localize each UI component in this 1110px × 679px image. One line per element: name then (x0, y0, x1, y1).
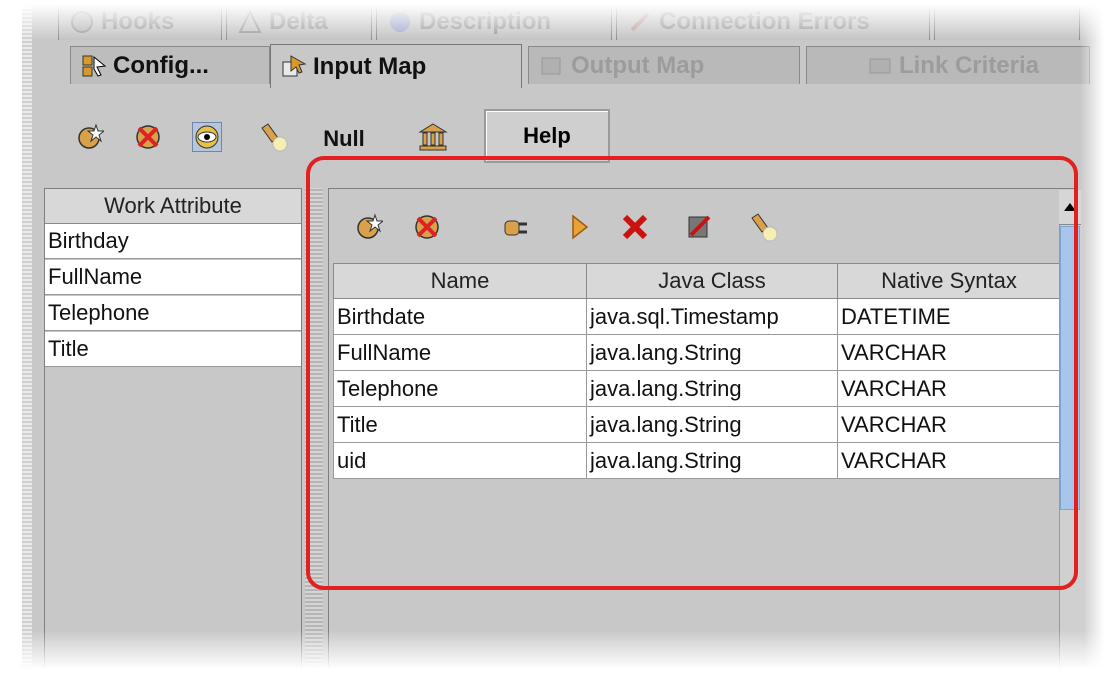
cell-name[interactable]: Birthdate (333, 298, 587, 335)
info-icon (387, 9, 413, 35)
tab-hooks[interactable]: Hooks (58, 2, 222, 40)
remove-icon[interactable] (620, 212, 650, 242)
column-header-name[interactable]: Name (333, 263, 587, 299)
play-icon[interactable] (564, 212, 594, 242)
cell-name[interactable]: uid (333, 442, 587, 479)
new-icon[interactable] (75, 122, 105, 152)
tab-config-label: Config... (113, 51, 209, 79)
output-map-icon (539, 53, 565, 79)
bank-icon[interactable] (418, 122, 448, 152)
work-attribute-item[interactable]: Birthday (45, 224, 301, 259)
schema-new-icon[interactable] (354, 212, 384, 242)
table-row[interactable]: FullName java.lang.String VARCHAR (333, 334, 1061, 371)
plug-icon[interactable] (500, 212, 530, 242)
cell-name[interactable]: Title (333, 406, 587, 443)
tab-input-map-label: Input Map (313, 52, 427, 80)
edit-icon[interactable] (684, 212, 714, 242)
table-row[interactable]: Birthdate java.sql.Timestamp DATETIME (333, 298, 1061, 335)
null-button[interactable]: Null (312, 122, 376, 156)
table-row[interactable]: Telephone java.lang.String VARCHAR (333, 370, 1061, 407)
split-pane-divider[interactable] (305, 188, 323, 679)
cell-native-syntax[interactable]: VARCHAR (837, 442, 1061, 479)
hooks-icon (69, 9, 95, 35)
cell-java-class[interactable]: java.sql.Timestamp (586, 298, 838, 335)
cell-java-class[interactable]: java.lang.String (586, 406, 838, 443)
column-header-native-syntax[interactable]: Native Syntax (837, 263, 1061, 299)
scroll-up-button[interactable] (1059, 190, 1081, 225)
config-icon (81, 53, 107, 79)
cell-java-class[interactable]: java.lang.String (586, 334, 838, 371)
schema-delete-icon[interactable] (412, 212, 442, 242)
tab-output-map-label: Output Map (571, 51, 705, 79)
delete-icon[interactable] (133, 122, 163, 152)
table-row[interactable]: uid java.lang.String VARCHAR (333, 442, 1061, 479)
window-border (22, 0, 32, 679)
delta-icon (237, 9, 263, 35)
tab-label: Delta (269, 7, 328, 35)
link-criteria-icon (867, 53, 893, 79)
tab-input-map[interactable]: Input Map (270, 44, 522, 88)
cell-native-syntax[interactable]: DATETIME (837, 298, 1061, 335)
tab-label: Hooks (101, 7, 175, 35)
cell-name[interactable]: Telephone (333, 370, 587, 407)
schema-flashlight-icon[interactable] (748, 212, 778, 242)
tab-output-map[interactable]: Output Map (528, 46, 800, 84)
schema-table: Name Java Class Native Syntax Birthdate … (333, 263, 1061, 479)
column-header-java-class[interactable]: Java Class (586, 263, 838, 299)
tab-delta[interactable]: Delta (226, 2, 372, 40)
tab-link-criteria-label: Link Criteria (898, 51, 1040, 79)
work-attribute-header[interactable]: Work Attribute (45, 189, 301, 224)
tab-label: Connection Errors (659, 7, 870, 35)
arrow-up-icon (1064, 198, 1076, 216)
flashlight-icon[interactable] (258, 122, 288, 152)
cell-java-class[interactable]: java.lang.String (586, 442, 838, 479)
work-attribute-panel: Work Attribute Birthday FullName Telepho… (44, 188, 302, 679)
tab-connection-errors[interactable]: Connection Errors (616, 2, 930, 40)
work-attribute-item[interactable]: Telephone (45, 296, 301, 331)
tab-link-criteria[interactable]: Link Criteria (806, 46, 1090, 84)
cell-native-syntax[interactable]: VARCHAR (837, 406, 1061, 443)
cell-name[interactable]: FullName (333, 334, 587, 371)
tab-description[interactable]: Description (376, 2, 612, 40)
tab-config[interactable]: Config... (70, 46, 270, 84)
table-header-row: Name Java Class Native Syntax (333, 263, 1061, 299)
cell-native-syntax[interactable]: VARCHAR (837, 370, 1061, 407)
work-attribute-item[interactable]: Title (45, 332, 301, 367)
input-map-icon (281, 54, 307, 80)
error-icon (627, 9, 653, 35)
tab-more[interactable] (934, 2, 1080, 40)
work-attribute-item[interactable]: FullName (45, 260, 301, 295)
window: Hooks Delta Description Connection Error… (0, 0, 1110, 679)
help-button[interactable]: Help (484, 109, 610, 163)
scroll-thumb[interactable] (1060, 226, 1080, 510)
view-icon[interactable] (192, 122, 222, 152)
table-row[interactable]: Title java.lang.String VARCHAR (333, 406, 1061, 443)
cell-java-class[interactable]: java.lang.String (586, 370, 838, 407)
cell-native-syntax[interactable]: VARCHAR (837, 334, 1061, 371)
tab-label: Description (419, 7, 552, 35)
